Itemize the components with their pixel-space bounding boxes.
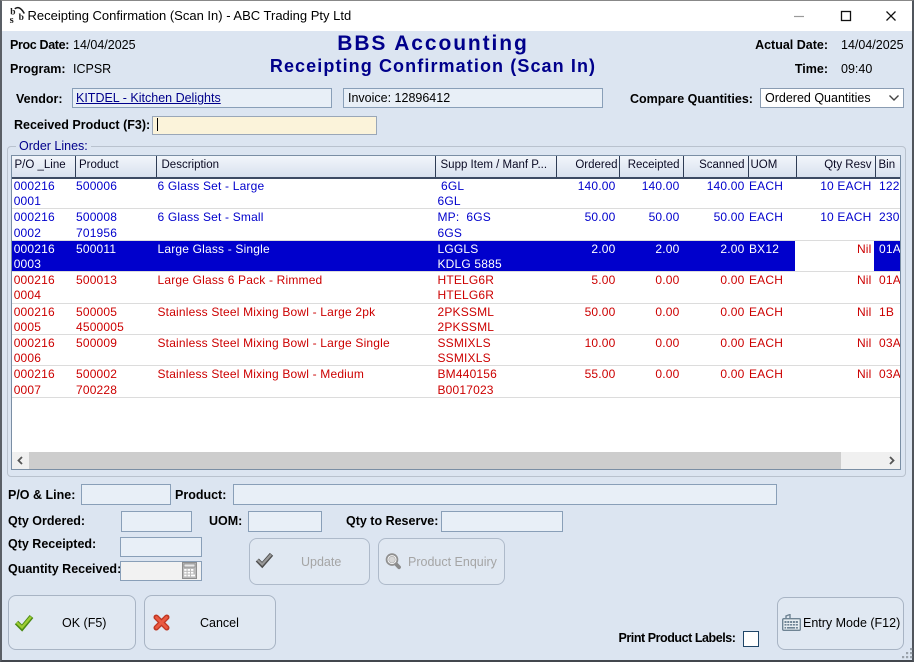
svg-text:b: b [19,13,24,23]
svg-text:s: s [10,15,14,26]
